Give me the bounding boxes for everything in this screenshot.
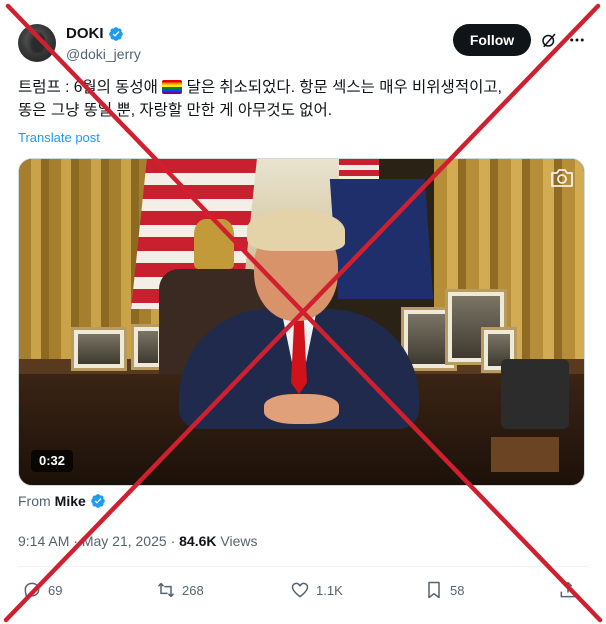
video-photo-frame [71, 327, 127, 371]
like-count: 1.1K [316, 582, 343, 598]
share-button[interactable] [558, 580, 578, 600]
post-line-1a: 트럼프 : 6월의 동성애 [18, 79, 158, 96]
divider [18, 566, 588, 567]
like-icon [291, 582, 309, 598]
reply-button[interactable]: 69 [22, 580, 62, 600]
verified-badge-icon [108, 26, 123, 41]
post-metadata: 9:14 AM · May 21, 2025 · 84.6K Views [18, 533, 257, 549]
views-count: 84.6K [179, 533, 217, 549]
more-icon[interactable] [568, 31, 586, 49]
reply-count: 69 [48, 582, 63, 598]
post-line-2: 똥은 그냥 똥일 뿐, 자랑할 만한 게 아무것도 없어. [18, 102, 333, 119]
bookmark-icon [428, 581, 440, 599]
like-button[interactable]: 1.1K [290, 580, 343, 600]
video-eagle [194, 219, 234, 269]
author-handle[interactable]: @doki_jerry [66, 46, 141, 62]
video-blue-flag [329, 179, 434, 299]
video-desk-phone [501, 359, 569, 429]
follow-button[interactable]: Follow [453, 24, 531, 56]
post-time[interactable]: 9:14 AM [18, 533, 69, 549]
rainbow-flag-icon [162, 80, 183, 94]
repost-count: 268 [182, 582, 204, 598]
from-attribution: From Mike [18, 493, 106, 509]
reply-icon [24, 582, 40, 600]
meta-separator: · [170, 533, 176, 549]
repost-icon [157, 582, 175, 598]
action-bar: 69 268 1.1K 58 [18, 580, 588, 604]
from-name[interactable]: Mike [55, 493, 86, 509]
views-label: Views [220, 533, 258, 549]
post-line-1: 트럼프 : 6월의 동성애 달은 취소되었다. 항문 섹스는 매우 비위생적이고… [18, 76, 588, 99]
camera-icon [551, 169, 573, 187]
video-duration: 0:32 [31, 450, 74, 472]
avatar[interactable] [18, 24, 56, 62]
bookmark-button[interactable]: 58 [424, 580, 464, 600]
translate-post-link[interactable]: Translate post [18, 130, 100, 145]
author-name-row: DOKI [66, 25, 124, 42]
from-label: From [18, 493, 51, 509]
video-desk-box [491, 437, 559, 472]
share-icon [560, 581, 576, 598]
meta-separator: · [73, 533, 78, 549]
post-date[interactable]: May 21, 2025 [82, 533, 167, 549]
post-line-1b: 달은 취소되었다. 항문 섹스는 매우 비위생적이고, [186, 79, 502, 96]
video-player[interactable]: 0:32 [18, 158, 585, 486]
display-name[interactable]: DOKI [66, 25, 104, 42]
repost-button[interactable]: 268 [156, 580, 204, 600]
bookmark-count: 58 [450, 582, 465, 598]
video-person-hands [264, 394, 339, 424]
video-person-hair [247, 209, 345, 251]
verified-badge-icon [90, 494, 105, 508]
post-text: 트럼프 : 6월의 동성애 달은 취소되었다. 항문 섹스는 매우 비위생적이고… [18, 76, 588, 122]
grok-icon[interactable] [540, 31, 558, 49]
